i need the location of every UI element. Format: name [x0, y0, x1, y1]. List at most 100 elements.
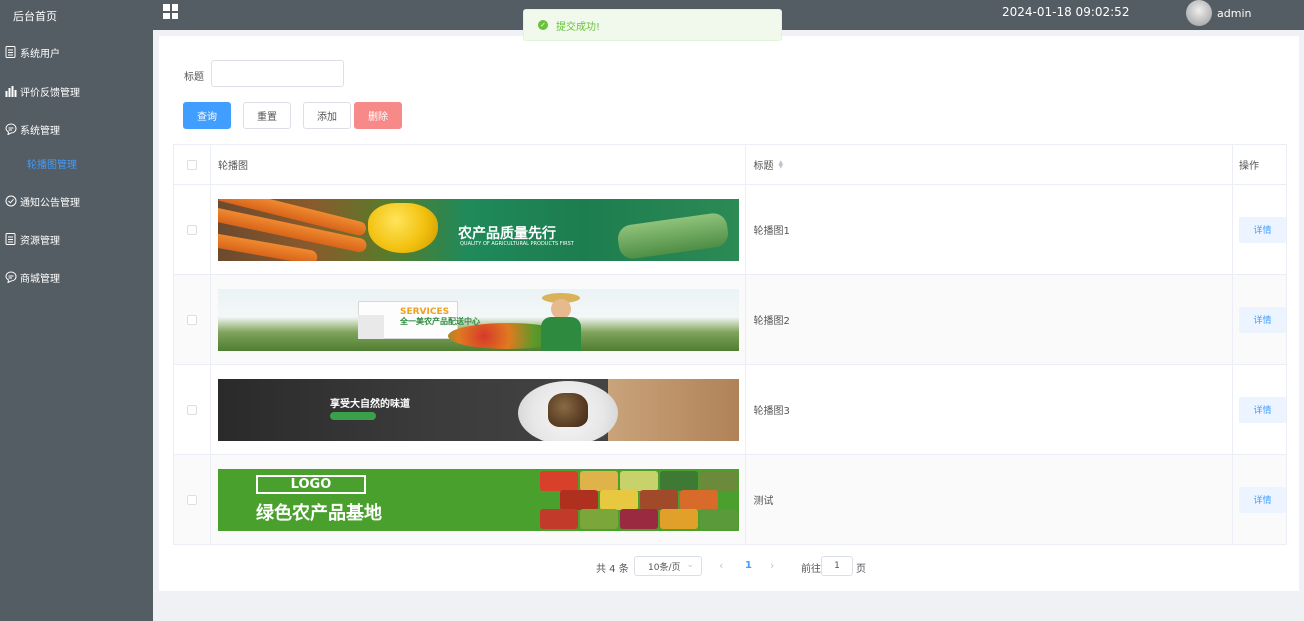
produce-tile: [619, 508, 658, 529]
row-title: 测试: [746, 455, 1234, 544]
title-filter-input[interactable]: [211, 60, 344, 87]
toast-message: 提交成功!: [556, 21, 601, 33]
current-datetime: 2024-01-18 09:02:52: [1002, 5, 1130, 19]
banner-image: 农产品质量先行 QUALITY OF AGRICULTURAL PRODUCTS…: [217, 198, 739, 261]
sidebar-item-label: 评价反馈管理: [20, 87, 80, 99]
row-checkbox[interactable]: [186, 494, 197, 505]
carousel-table: 轮播图 标题 ▲ ▼ 操作 农产品质量先行 QUALITY OF AGRICULT…: [173, 144, 1288, 545]
sidebar-item-label: 系统用户: [20, 48, 60, 60]
pagination: 共 4 条 10条/页 ⌄ ‹ 1 › 前往 1 页: [159, 556, 1299, 576]
banner-image: SERVICES 全一美农产品配送中心: [217, 288, 739, 351]
cutting-board-shape: [607, 378, 739, 441]
produce-tile: [539, 508, 578, 529]
row-title: 轮播图3: [746, 365, 1234, 454]
produce-tile: [559, 489, 598, 510]
produce-tile: [599, 489, 638, 510]
delete-button[interactable]: 删除: [354, 102, 402, 129]
produce-tile: [679, 489, 718, 510]
sidebar-item-feedback[interactable]: 评价反馈管理: [4, 81, 80, 101]
check-circle-icon: [4, 195, 17, 208]
menu-grid-icon[interactable]: [163, 4, 178, 19]
pepper-shape: [367, 202, 438, 253]
banner-3-title: 享受大自然的味道: [329, 398, 410, 410]
farmer-shape: [536, 292, 586, 351]
row-check-cell: [174, 455, 211, 544]
sidebar-home[interactable]: 后台首页: [13, 8, 57, 24]
sidebar-item-system-users[interactable]: 系统用户: [4, 42, 60, 62]
row-check-cell: [174, 365, 211, 454]
produce-tile: [659, 470, 698, 491]
goto-page-input[interactable]: 1: [821, 556, 853, 576]
detail-button[interactable]: 详情: [1239, 486, 1287, 513]
row-image-cell: 农产品质量先行 QUALITY OF AGRICULTURAL PRODUCTS…: [211, 185, 747, 274]
sidebar-item-system-manage[interactable]: 系统管理: [4, 119, 60, 139]
sidebar-item-mall[interactable]: 商城管理: [4, 267, 60, 287]
banner-4-logo: LOGO: [255, 474, 366, 494]
row-image-cell: SERVICES 全一美农产品配送中心: [211, 275, 747, 364]
produce-tile: [639, 489, 678, 510]
next-page-icon[interactable]: ›: [770, 559, 774, 572]
page-size-value: 10条/页: [648, 562, 681, 573]
table-row: 农产品质量先行 QUALITY OF AGRICULTURAL PRODUCTS…: [174, 185, 1288, 275]
row-title: 轮播图1: [746, 185, 1234, 274]
sidebar-item-label: 通知公告管理: [20, 197, 80, 209]
select-all-checkbox[interactable]: [186, 159, 197, 170]
sidebar-item-label: 商城管理: [20, 273, 60, 285]
header-image: 轮播图: [211, 145, 747, 184]
row-op-cell: 详情: [1233, 275, 1288, 364]
banner-image: LOGO 绿色农产品基地: [217, 468, 739, 531]
truck-cab-shape: [357, 314, 384, 339]
page-size-select[interactable]: 10条/页 ⌄: [634, 556, 702, 576]
produce-tile: [659, 508, 698, 529]
prev-page-icon[interactable]: ‹: [719, 559, 723, 572]
page-number-current[interactable]: 1: [745, 560, 752, 571]
sidebar-item-resource[interactable]: 资源管理: [4, 229, 60, 249]
username[interactable]: admin: [1217, 7, 1251, 20]
produce-tile: [699, 508, 738, 529]
sidebar-item-label: 系统管理: [20, 125, 60, 137]
sort-icon[interactable]: ▲ ▼: [778, 159, 783, 169]
banner-1-title: 农产品质量先行: [457, 225, 556, 242]
pagination-total: 共 4 条: [596, 564, 629, 575]
row-title: 轮播图2: [746, 275, 1234, 364]
success-toast: ✓ 提交成功!: [523, 9, 782, 41]
row-op-cell: 详情: [1233, 365, 1288, 454]
sidebar-subitem-carousel[interactable]: 轮播图管理: [27, 156, 77, 171]
produce-tile: [539, 470, 578, 491]
row-check-cell: [174, 185, 211, 274]
goto-label: 前往: [801, 564, 821, 575]
row-checkbox[interactable]: [186, 404, 197, 415]
header-op: 操作: [1233, 145, 1287, 184]
banner-3-pill: [329, 411, 376, 420]
detail-button[interactable]: 详情: [1239, 216, 1287, 243]
doc-icon: [4, 233, 17, 246]
title-filter-label: 标题: [184, 72, 204, 83]
row-checkbox[interactable]: [186, 314, 197, 325]
query-button[interactable]: 查询: [183, 102, 231, 129]
banner-image: 享受大自然的味道: [217, 378, 739, 441]
sidebar: 后台首页 系统用户 评价反馈管理 系统管理 轮播图管理 通知公告管理 资源管理: [0, 0, 153, 621]
banner-2-subtitle: 全一美农产品配送中心: [399, 316, 480, 326]
detail-button[interactable]: 详情: [1239, 396, 1287, 423]
avatar[interactable]: [1186, 0, 1212, 26]
produce-tile: [579, 470, 618, 491]
cucumber-shape: [616, 211, 730, 260]
detail-button[interactable]: 详情: [1239, 306, 1287, 333]
row-checkbox[interactable]: [186, 224, 197, 235]
header-title[interactable]: 标题 ▲ ▼: [746, 145, 1234, 184]
page-suffix: 页: [856, 564, 866, 575]
banner-1-subtitle: QUALITY OF AGRICULTURAL PRODUCTS FIRST: [459, 240, 574, 247]
banner-4-title: 绿色农产品基地: [255, 502, 382, 524]
table-row: LOGO 绿色农产品基地 测试 详情: [174, 455, 1288, 545]
add-button[interactable]: 添加: [303, 102, 351, 129]
table-row: 享受大自然的味道 轮播图3 详情: [174, 365, 1288, 455]
sidebar-item-notice[interactable]: 通知公告管理: [4, 191, 80, 211]
produce-tile: [579, 508, 618, 529]
chat-icon: [4, 123, 17, 136]
row-op-cell: 详情: [1233, 185, 1288, 274]
row-image-cell: 享受大自然的味道: [211, 365, 747, 454]
reset-button[interactable]: 重置: [243, 102, 291, 129]
bar-chart-icon: [4, 85, 17, 98]
row-check-cell: [174, 275, 211, 364]
header-title-label: 标题: [753, 161, 774, 172]
